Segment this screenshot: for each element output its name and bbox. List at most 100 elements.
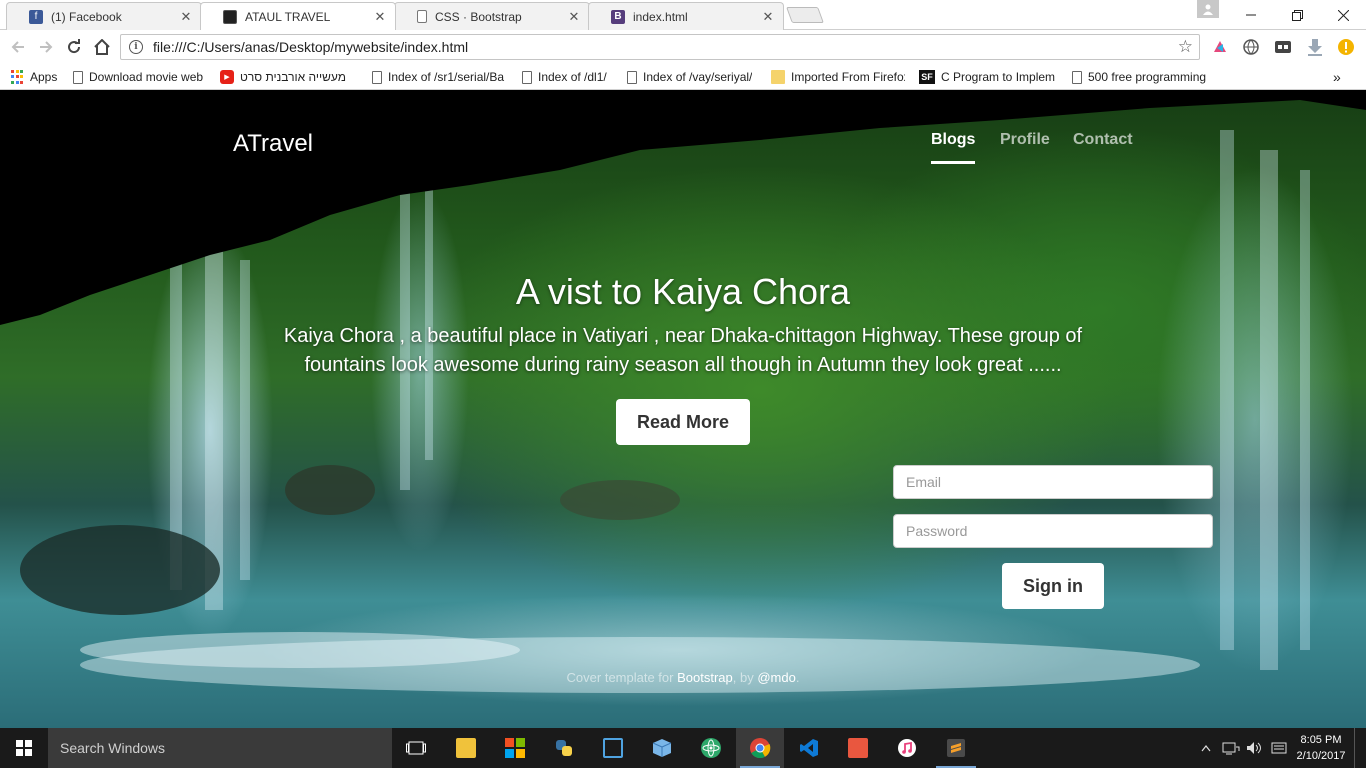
back-button[interactable]: [7, 36, 29, 58]
start-button[interactable]: [0, 728, 48, 768]
email-field[interactable]: [893, 465, 1213, 499]
tab-title: (1) Facebook: [51, 9, 122, 24]
tab-title: index.html: [633, 9, 688, 24]
footer-text: , by: [732, 670, 758, 685]
chrome-icon: [750, 738, 771, 759]
visual-studio-button[interactable]: [785, 728, 833, 768]
nav-contact[interactable]: Contact: [1073, 131, 1133, 149]
password-field[interactable]: [893, 514, 1213, 548]
windows-logo-icon: [16, 740, 32, 756]
bookmark-index-sr1[interactable]: Index of /sr1/serial/Ba: [372, 68, 508, 86]
reload-button[interactable]: [63, 36, 85, 58]
sublime-button[interactable]: [932, 728, 980, 768]
profile-button[interactable]: [1197, 0, 1219, 18]
bookmark-label: Apps: [30, 70, 58, 84]
itunes-icon: [898, 739, 916, 757]
sign-in-button[interactable]: Sign in: [1002, 563, 1104, 609]
footer-text: Cover template for: [566, 670, 678, 685]
atom-button[interactable]: [687, 728, 735, 768]
bookmark-label: Index of /vay/seriyal/: [643, 70, 753, 84]
download-extension-icon[interactable]: [1305, 37, 1325, 57]
bookmark-star-icon[interactable]: ☆: [1178, 37, 1193, 57]
box-app-button[interactable]: [638, 728, 686, 768]
hero-title: A vist to Kaiya Chora: [515, 271, 851, 312]
network-button[interactable]: [1220, 728, 1242, 768]
bootstrap-link[interactable]: Bootstrap: [677, 670, 733, 685]
url-text: file:///C:/Users/anas/Desktop/mywebsite/…: [153, 39, 469, 55]
office-button[interactable]: [491, 728, 539, 768]
close-tab-icon[interactable]: ✕: [373, 9, 387, 25]
chevron-up-icon: [1201, 745, 1211, 752]
media-app-button[interactable]: [834, 728, 882, 768]
search-input[interactable]: Search Windows: [48, 728, 392, 768]
back-arrow-icon: [11, 41, 24, 53]
mdo-link[interactable]: @mdo: [757, 670, 796, 685]
hero-lead: Kaiya Chora , a beautiful place in Vatiy…: [283, 325, 1083, 376]
tray-overflow-button[interactable]: [1196, 728, 1216, 768]
minimize-button[interactable]: [1228, 0, 1274, 30]
frame-app-button[interactable]: [589, 728, 637, 768]
visual-studio-icon: [800, 739, 818, 757]
page-icon: [417, 10, 427, 23]
frame-icon: [603, 738, 623, 758]
alert-extension-icon[interactable]: [1336, 37, 1356, 57]
windows-taskbar: Search Windows 8:05 PM 2/10/2017: [0, 728, 1366, 768]
site-brand[interactable]: ATravel: [233, 130, 313, 158]
bookmark-youtube-video[interactable]: ▶ מעשייה אורבנית סרט: [220, 68, 360, 86]
info-icon[interactable]: i: [129, 40, 143, 54]
forward-button[interactable]: [35, 36, 57, 58]
home-icon: [94, 39, 110, 55]
bookmark-imported-firefox[interactable]: Imported From Firefox: [771, 68, 905, 86]
address-bar[interactable]: i file:///C:/Users/anas/Desktop/mywebsit…: [120, 34, 1200, 60]
file-explorer-button[interactable]: [442, 728, 490, 768]
bookmark-apps[interactable]: Apps: [10, 68, 57, 86]
new-tab-button[interactable]: [786, 7, 824, 23]
restore-button[interactable]: [1274, 0, 1320, 30]
bookmark-label: מעשייה אורבנית סרט: [240, 70, 346, 84]
bookmarks-bar: Apps Download movie web ▶ מעשייה אורבנית…: [0, 64, 1366, 90]
tab-facebook[interactable]: f (1) Facebook ✕: [6, 2, 202, 30]
page-icon: [1072, 70, 1082, 84]
extension-card-icon[interactable]: [1273, 37, 1293, 57]
bookmark-c-program[interactable]: SF C Program to Implem: [919, 68, 1059, 86]
nav-profile[interactable]: Profile: [1000, 131, 1050, 149]
minimize-icon: [1246, 14, 1256, 16]
extension-globe-icon[interactable]: [1241, 37, 1261, 57]
bookmark-index-dl1[interactable]: Index of /dl1/: [522, 68, 607, 86]
close-window-button[interactable]: [1320, 0, 1366, 30]
forward-arrow-icon: [40, 41, 53, 53]
close-tab-icon[interactable]: ✕: [761, 9, 775, 25]
bookmarks-overflow-button[interactable]: »: [1333, 68, 1341, 86]
python-button[interactable]: [540, 728, 588, 768]
close-tab-icon[interactable]: ✕: [179, 9, 193, 25]
itunes-button[interactable]: [883, 728, 931, 768]
bookmark-download-movie[interactable]: Download movie web: [73, 68, 207, 86]
clock[interactable]: 8:05 PM 2/10/2017: [1290, 732, 1352, 764]
chrome-button[interactable]: [736, 728, 784, 768]
volume-button[interactable]: [1244, 728, 1266, 768]
page-icon: [522, 70, 532, 84]
tab-index-html[interactable]: B index.html ✕: [588, 2, 784, 30]
person-icon: [1203, 4, 1213, 15]
extension-colorful-icon[interactable]: [1210, 37, 1230, 57]
read-more-button[interactable]: Read More: [616, 399, 750, 445]
show-desktop-button[interactable]: [1354, 728, 1366, 768]
task-view-button[interactable]: [392, 728, 440, 768]
sf-icon: SF: [919, 70, 935, 84]
tab-css-bootstrap[interactable]: CSS · Bootstrap ✕: [394, 2, 590, 30]
home-button[interactable]: [91, 36, 113, 58]
page-icon: [627, 70, 637, 84]
reload-icon: [68, 39, 81, 54]
close-tab-icon[interactable]: ✕: [567, 9, 581, 25]
bookmark-label: Index of /dl1/: [538, 70, 607, 84]
input-method-button[interactable]: [1268, 728, 1290, 768]
office-icon: [505, 738, 525, 758]
clock-time: 8:05 PM: [1300, 734, 1342, 746]
bookmark-label: Index of /sr1/serial/Ba: [388, 70, 505, 84]
tab-ataul-travel[interactable]: ATAUL TRAVEL ✕: [200, 2, 396, 30]
bookmark-index-vay[interactable]: Index of /vay/seriyal/: [627, 68, 752, 86]
nav-blogs[interactable]: Blogs: [931, 131, 976, 164]
apps-icon: [10, 70, 24, 84]
bookmark-500-free[interactable]: 500 free programming: [1072, 68, 1208, 86]
bookmark-label: Download movie web: [89, 70, 204, 84]
